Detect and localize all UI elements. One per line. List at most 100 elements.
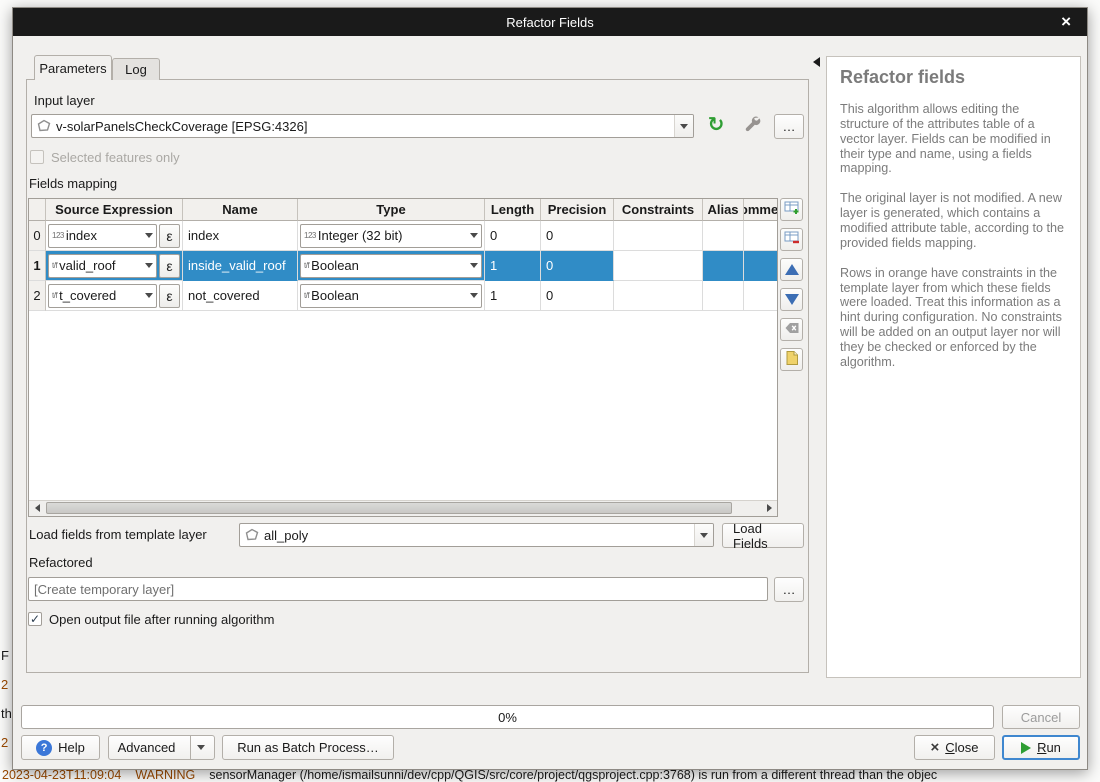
col-source-expression: Source Expression	[46, 199, 183, 221]
constraints-cell[interactable]	[614, 281, 703, 311]
run-button[interactable]: Run	[1002, 735, 1080, 760]
qgis-window: F 2 th 2 2023-04-23T11:09:04WARNINGsenso…	[0, 0, 1100, 782]
output-browse-button[interactable]: …	[774, 577, 804, 602]
refactored-label: Refactored	[29, 555, 93, 570]
name-cell[interactable]: inside_valid_roof	[183, 251, 298, 281]
advanced-options-button[interactable]	[738, 111, 766, 139]
yellow-file-icon	[784, 350, 800, 369]
tab-parameters[interactable]: Parameters	[34, 55, 112, 80]
chevron-down-icon[interactable]	[674, 115, 693, 137]
background-log-fragment: 2	[1, 677, 8, 692]
delete-field-button[interactable]	[780, 228, 803, 251]
collapse-help-panel-icon[interactable]	[813, 57, 820, 67]
alias-cell[interactable]	[703, 281, 744, 311]
comment-cell[interactable]	[744, 251, 777, 281]
move-field-down-button[interactable]	[780, 288, 803, 311]
type-cell[interactable]: t/fBoolean	[298, 251, 485, 281]
boolean-field-icon: t/f	[52, 291, 57, 300]
chevron-down-icon[interactable]	[466, 225, 481, 247]
background-log-fragment: 2	[1, 735, 8, 750]
help-paragraph: This algorithm allows editing the struct…	[840, 102, 1067, 176]
expression-builder-button[interactable]: ε	[159, 224, 180, 248]
source-expression-cell[interactable]: 123index ε	[46, 221, 183, 251]
add-field-button[interactable]	[780, 198, 803, 221]
col-precision: Precision	[541, 199, 614, 221]
advanced-button[interactable]: Advanced	[108, 735, 215, 760]
chevron-down-icon[interactable]	[466, 255, 481, 277]
polygon-layer-icon	[36, 118, 52, 134]
input-layer-combobox[interactable]: v-solarPanelsCheckCoverage [EPSG:4326]	[31, 114, 694, 138]
precision-cell[interactable]: 0	[541, 221, 614, 251]
alias-cell[interactable]	[703, 221, 744, 251]
cancel-button: Cancel	[1002, 705, 1080, 729]
chevron-down-icon[interactable]	[141, 285, 156, 307]
help-paragraph: Rows in orange have constraints in the t…	[840, 266, 1067, 370]
type-cell[interactable]: t/fBoolean	[298, 281, 485, 311]
backspace-icon	[784, 320, 800, 339]
expression-builder-button[interactable]: ε	[159, 284, 180, 308]
delete-field-icon	[784, 230, 800, 249]
close-button[interactable]: × Close	[914, 735, 995, 760]
template-layer-label: Load fields from template layer	[29, 527, 207, 542]
precision-cell[interactable]: 0	[541, 251, 614, 281]
move-field-up-button[interactable]	[780, 258, 803, 281]
template-layer-combobox[interactable]: all_poly	[239, 523, 714, 547]
input-layer-browse-button[interactable]: …	[774, 114, 804, 139]
dialog-title: Refactor Fields	[506, 15, 593, 30]
row-header[interactable]: 0	[29, 221, 46, 251]
output-layer-input[interactable]	[28, 577, 768, 601]
col-length: Length	[485, 199, 541, 221]
fields-mapping-table: Source Expression Name Type Length Preci…	[28, 198, 778, 517]
expression-builder-button[interactable]: ε	[159, 254, 180, 278]
iterate-over-layer-button[interactable]: ↻	[702, 111, 730, 139]
boolean-field-icon: t/f	[52, 261, 57, 270]
open-output-label: Open output file after running algorithm	[49, 612, 274, 627]
scroll-left-icon[interactable]	[29, 501, 45, 515]
selected-features-label: Selected features only	[51, 150, 180, 165]
row-header[interactable]: 1	[29, 251, 46, 281]
length-cell[interactable]: 0	[485, 221, 541, 251]
dialog-titlebar[interactable]: Refactor Fields ×	[13, 8, 1087, 36]
chevron-down-icon[interactable]	[197, 745, 205, 750]
close-icon: ×	[930, 740, 939, 755]
scroll-right-icon[interactable]	[761, 501, 777, 515]
table-empty-area	[29, 311, 777, 501]
alias-cell[interactable]	[703, 251, 744, 281]
chevron-down-icon[interactable]	[466, 285, 481, 307]
run-as-batch-button[interactable]: Run as Batch Process…	[222, 735, 394, 760]
log-level: WARNING	[135, 768, 195, 782]
constraints-cell[interactable]	[614, 251, 703, 281]
chevron-down-icon[interactable]	[694, 524, 713, 546]
name-cell[interactable]: index	[183, 221, 298, 251]
table-row: 0 123index ε index 123Integer (32 bit) 0…	[29, 221, 777, 251]
comment-cell[interactable]	[744, 281, 777, 311]
source-expression-cell[interactable]: t/fvalid_roof ε	[46, 251, 183, 281]
polygon-layer-icon	[244, 527, 260, 543]
length-cell[interactable]: 1	[485, 281, 541, 311]
constraints-cell[interactable]	[614, 221, 703, 251]
comment-cell[interactable]	[744, 221, 777, 251]
length-cell[interactable]: 1	[485, 251, 541, 281]
tab-log[interactable]: Log	[112, 58, 160, 80]
close-icon[interactable]: ×	[1061, 12, 1071, 32]
row-header[interactable]: 2	[29, 281, 46, 311]
type-cell[interactable]: 123Integer (32 bit)	[298, 221, 485, 251]
precision-cell[interactable]: 0	[541, 281, 614, 311]
source-expression-cell[interactable]: t/ft_covered ε	[46, 281, 183, 311]
name-cell[interactable]: not_covered	[183, 281, 298, 311]
chevron-down-icon[interactable]	[141, 255, 156, 277]
horizontal-scrollbar[interactable]	[29, 500, 777, 516]
table-header-row: Source Expression Name Type Length Preci…	[29, 199, 777, 221]
table-row: 2 t/ft_covered ε not_covered t/fBoolean …	[29, 281, 777, 311]
open-output-checkbox[interactable]: ✓	[28, 612, 42, 626]
load-fields-button[interactable]: Load Fields	[722, 523, 804, 548]
scrollbar-thumb[interactable]	[46, 502, 732, 514]
col-type: Type	[298, 199, 485, 221]
load-fields-from-layer-button[interactable]	[780, 348, 803, 371]
help-button[interactable]: ? Help	[21, 735, 100, 760]
chevron-down-icon[interactable]	[141, 225, 156, 247]
help-title: Refactor fields	[840, 67, 1067, 88]
col-name: Name	[183, 199, 298, 221]
log-message: sensorManager (/home/ismailsunni/dev/cpp…	[209, 768, 937, 782]
remove-all-fields-button[interactable]	[780, 318, 803, 341]
